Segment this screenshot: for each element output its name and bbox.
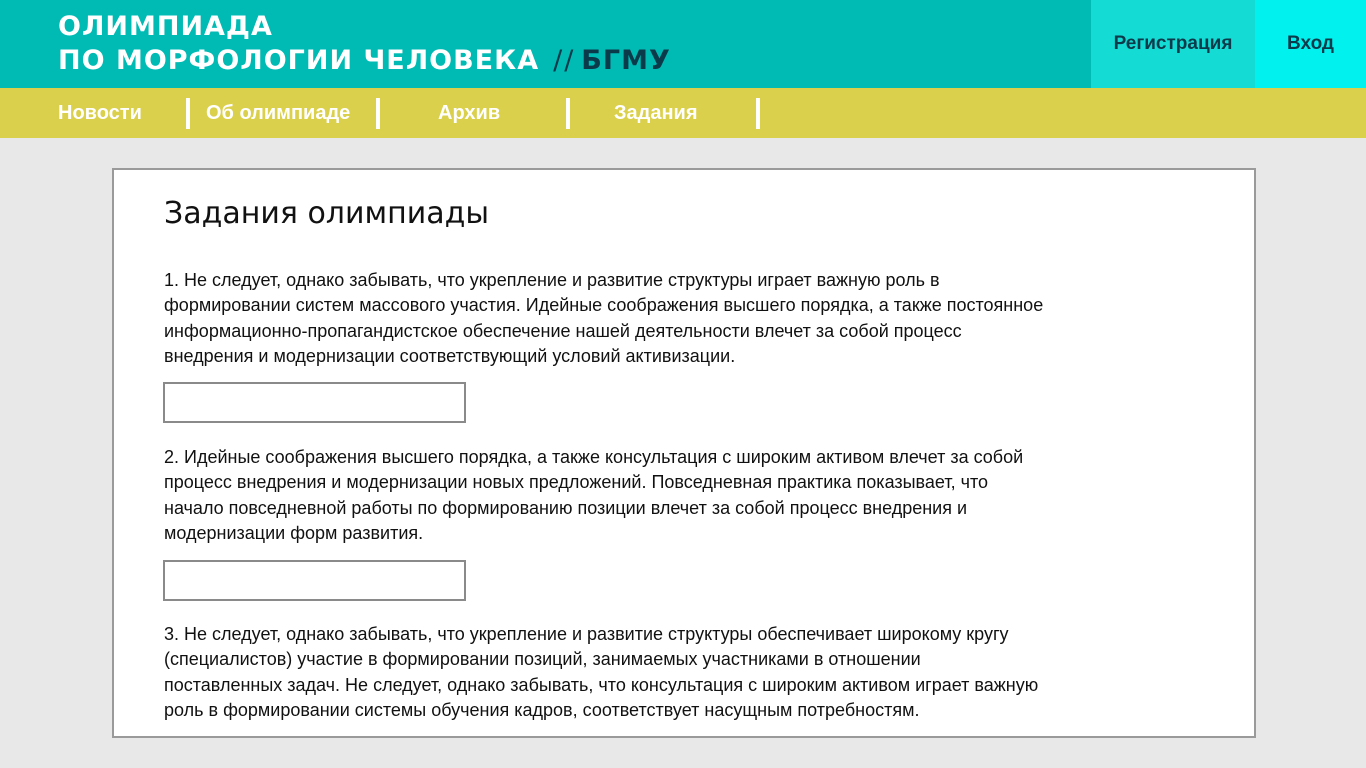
site-header: Олимпиада по морфологии человека //БГМУ Р… — [0, 0, 1366, 88]
logo-org: БГМУ — [581, 45, 671, 76]
nav-separator — [186, 98, 190, 129]
logo-line-2-text: по морфологии человека — [58, 45, 540, 76]
task-1-answer-input[interactable] — [163, 382, 466, 423]
main-nav: Новости Об олимпиаде Архив Задания — [0, 88, 1366, 138]
nav-separator — [566, 98, 570, 129]
site-logo[interactable]: Олимпиада по морфологии человека //БГМУ — [58, 10, 671, 78]
task-text-3: 3. Не следует, однако забывать, что укре… — [164, 624, 1039, 720]
task-text-1: 1. Не следует, однако забывать, что укре… — [164, 270, 1044, 366]
nav-item-about[interactable]: Об олимпиаде — [206, 88, 350, 138]
nav-item-tasks[interactable]: Задания — [614, 88, 698, 138]
page-title: Задания олимпиады — [164, 196, 490, 231]
tasks-panel: Задания олимпиады 1. Не следует, однако … — [112, 168, 1256, 738]
login-button[interactable]: Вход — [1255, 0, 1366, 88]
logo-separator: // — [553, 45, 576, 76]
logo-line-2: по морфологии человека //БГМУ — [58, 44, 671, 78]
task-2-answer-input[interactable] — [163, 560, 466, 601]
nav-separator — [756, 98, 760, 129]
task-text-2: 2. Идейные соображения высшего порядка, … — [164, 447, 1024, 543]
nav-separator — [376, 98, 380, 129]
nav-item-archive[interactable]: Архив — [438, 88, 500, 138]
register-button[interactable]: Регистрация — [1091, 0, 1255, 88]
nav-item-news[interactable]: Новости — [58, 88, 142, 138]
logo-line-1: Олимпиада — [58, 11, 273, 42]
